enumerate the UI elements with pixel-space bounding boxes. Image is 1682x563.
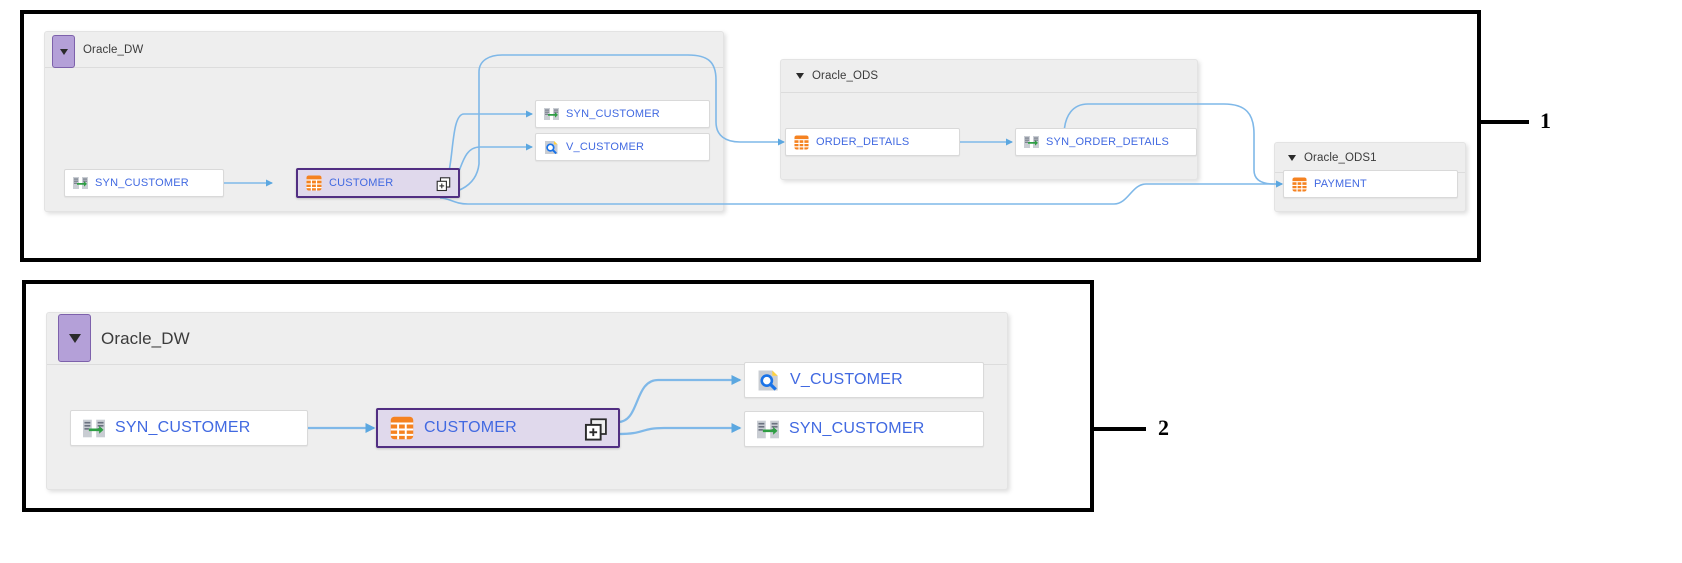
callout-leader-2 xyxy=(1094,427,1146,431)
node-label: CUSTOMER xyxy=(424,419,517,436)
triangle-down-icon xyxy=(59,48,68,55)
node-label: V_CUSTOMER xyxy=(566,141,645,153)
group-title-oracle-dw-2: Oracle_DW xyxy=(101,328,190,348)
node-label: SYN_CUSTOMER xyxy=(115,419,251,436)
group-title-oracle-ods: Oracle_ODS xyxy=(812,70,879,82)
node-syn-customer-source[interactable]: SYN_CUSTOMER xyxy=(64,169,224,197)
node-syn-customer-target[interactable]: SYN_CUSTOMER xyxy=(535,100,710,128)
triangle-down-icon xyxy=(1288,154,1296,161)
group-title-oracle-dw: Oracle_DW xyxy=(83,43,144,56)
group-header-oracle-ods1[interactable]: Oracle_ODS1 xyxy=(1275,143,1465,173)
lineage-canvas-1[interactable]: Oracle_DW Oracle_ODS Oracle_ODS1 SYN_CUS… xyxy=(24,14,1477,258)
triangle-down-icon xyxy=(796,73,804,79)
node-order-details[interactable]: ORDER_DETAILS xyxy=(785,128,960,156)
node-label: ORDER_DETAILS xyxy=(816,136,910,148)
synonym-icon xyxy=(757,420,779,438)
group-header-oracle-dw[interactable]: Oracle_DW xyxy=(45,32,723,68)
node-label: CUSTOMER xyxy=(329,177,394,189)
callout-number-1: 1 xyxy=(1540,108,1551,133)
view-icon xyxy=(758,370,778,391)
synonym-icon xyxy=(1024,136,1039,148)
table-icon xyxy=(306,175,322,191)
synonym-icon xyxy=(83,419,105,437)
group-oracle-ods[interactable]: Oracle_ODS xyxy=(780,59,1198,180)
callout-number-2: 2 xyxy=(1158,415,1169,440)
node-label: PAYMENT xyxy=(1314,178,1367,190)
node-syn-order-details[interactable]: SYN_ORDER_DETAILS xyxy=(1015,128,1197,156)
node-label: SYN_ORDER_DETAILS xyxy=(1046,136,1170,148)
expand-plus-icon[interactable] xyxy=(584,418,608,442)
node-label: SYN_CUSTOMER xyxy=(789,420,925,437)
table-icon xyxy=(1292,176,1307,192)
node-label: SYN_CUSTOMER xyxy=(95,177,189,189)
view-icon xyxy=(545,140,558,154)
node-payment[interactable]: PAYMENT xyxy=(1283,170,1458,198)
synonym-icon xyxy=(73,177,88,189)
callout-leader-1 xyxy=(1481,120,1529,124)
expand-plus-icon[interactable] xyxy=(436,177,451,192)
table-icon xyxy=(390,416,414,440)
node-customer-2[interactable]: CUSTOMER xyxy=(376,408,620,448)
node-syn-customer-source-2[interactable]: SYN_CUSTOMER xyxy=(70,410,308,446)
node-v-customer-2[interactable]: V_CUSTOMER xyxy=(744,362,984,398)
node-syn-customer-target-2[interactable]: SYN_CUSTOMER xyxy=(744,411,984,447)
group-header-oracle-ods[interactable]: Oracle_ODS xyxy=(781,60,1197,93)
node-label: SYN_CUSTOMER xyxy=(566,108,660,120)
callout-frame-1: Oracle_DW Oracle_ODS Oracle_ODS1 SYN_CUS… xyxy=(20,10,1481,262)
table-icon xyxy=(794,134,809,150)
triangle-down-icon xyxy=(68,333,81,343)
node-label: V_CUSTOMER xyxy=(790,371,903,388)
group-oracle-dw-2[interactable]: Oracle_DW xyxy=(46,312,1008,490)
group-header-oracle-dw-2[interactable]: Oracle_DW xyxy=(47,313,1007,365)
lineage-canvas-2[interactable]: Oracle_DW SYN_CUSTOMER CUSTOMER V_CUSTOM… xyxy=(26,284,1090,508)
group-title-oracle-ods1: Oracle_ODS1 xyxy=(1304,151,1377,164)
synonym-icon xyxy=(544,108,559,120)
group-collapse-chip-oracle-dw[interactable] xyxy=(52,35,75,68)
node-customer[interactable]: CUSTOMER xyxy=(296,168,460,198)
node-v-customer[interactable]: V_CUSTOMER xyxy=(535,133,710,161)
group-collapse-chip-oracle-dw-2[interactable] xyxy=(58,314,91,362)
callout-frame-2: Oracle_DW SYN_CUSTOMER CUSTOMER V_CUSTOM… xyxy=(22,280,1094,512)
lineage-screenshot: Oracle_DW Oracle_ODS Oracle_ODS1 SYN_CUS… xyxy=(0,0,1682,563)
